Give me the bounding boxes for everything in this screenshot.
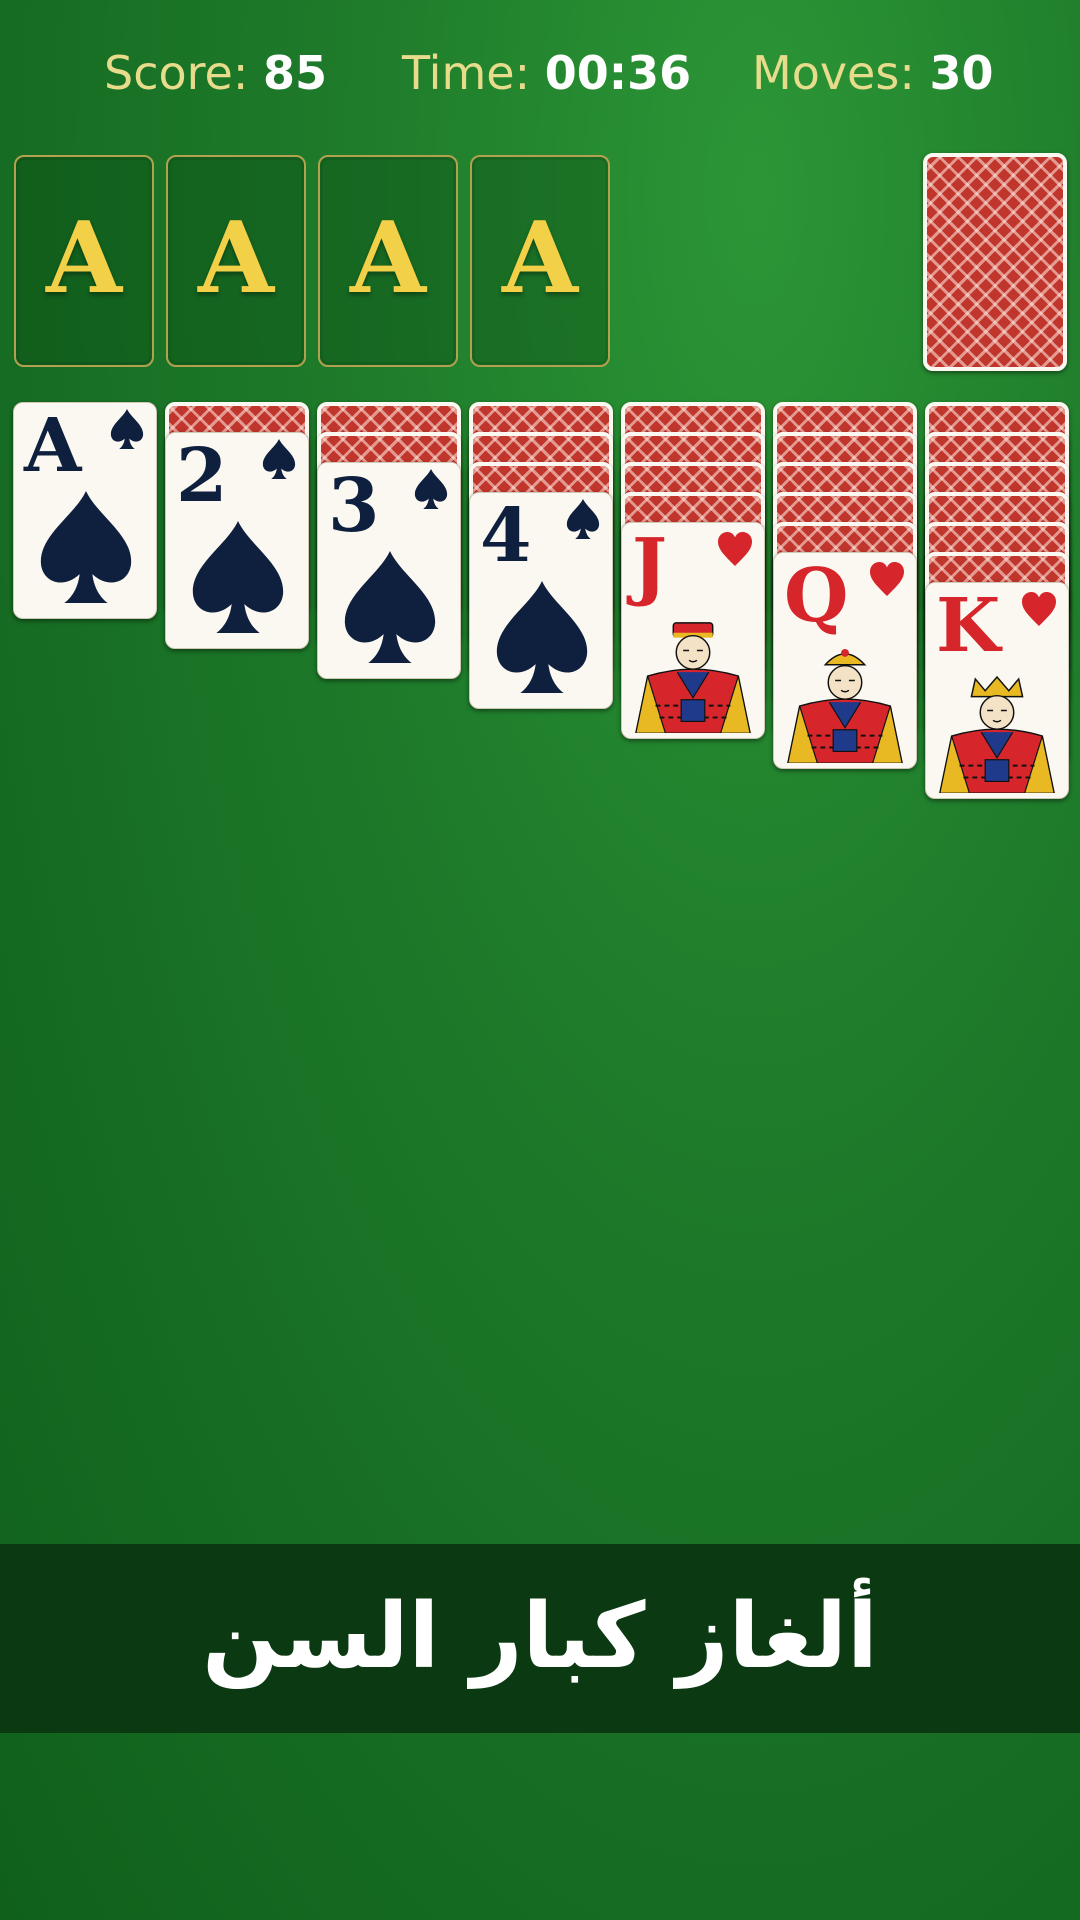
spade-icon <box>192 521 284 633</box>
moves-value: 30 <box>929 46 994 100</box>
tableau-card-j[interactable]: J <box>621 522 765 739</box>
score-display: Score: 85 <box>104 42 327 104</box>
tableau-card-4[interactable]: 4 <box>469 492 613 709</box>
promo-banner: ألغاز كبار السن <box>0 1544 1080 1733</box>
score-label: Score: <box>104 46 249 100</box>
foundation-label: A <box>501 201 579 316</box>
stock-pile[interactable] <box>923 153 1067 371</box>
stats-bar: Score: 85 Time: 00:36 Moves: 30 <box>0 42 1080 104</box>
foundation-pile-1[interactable]: A <box>14 155 154 367</box>
tableau-card-a[interactable]: A <box>13 402 157 619</box>
card-rank: A <box>24 403 82 489</box>
foundation-label: A <box>349 201 427 316</box>
card-rank: 2 <box>176 433 228 519</box>
spade-icon <box>262 439 296 479</box>
tableau-card-3[interactable]: 3 <box>317 462 461 679</box>
banner-text: ألغاز كبار السن <box>202 1584 878 1689</box>
moves-label: Moves: <box>752 46 915 100</box>
card-rank: Q <box>784 553 849 639</box>
spade-icon <box>496 581 588 693</box>
heart-icon <box>870 562 904 596</box>
heart-icon <box>718 532 752 566</box>
tableau-card-k[interactable]: K <box>925 582 1069 799</box>
score-value: 85 <box>262 46 327 100</box>
court-figure-q-icon <box>778 645 912 764</box>
spade-icon <box>566 499 600 539</box>
spade-icon <box>40 491 132 603</box>
moves-display: Moves: 30 <box>752 42 993 104</box>
card-rank: J <box>632 523 668 609</box>
tableau-card-2[interactable]: 2 <box>165 432 309 649</box>
card-rank: 3 <box>328 463 380 549</box>
time-value: 00:36 <box>544 46 692 100</box>
court-figure-j-icon <box>626 615 760 734</box>
foundation-pile-2[interactable]: A <box>166 155 306 367</box>
card-rank: 4 <box>480 493 532 579</box>
heart-icon <box>1022 592 1056 626</box>
court-figure-k-icon <box>930 675 1064 794</box>
tableau-card-q[interactable]: Q <box>773 552 917 769</box>
spade-icon <box>110 409 144 449</box>
foundation-pile-3[interactable]: A <box>318 155 458 367</box>
foundation-label: A <box>45 201 123 316</box>
time-label: Time: <box>402 46 531 100</box>
card-rank: K <box>936 583 1001 669</box>
spade-icon <box>344 551 436 663</box>
spade-icon <box>414 469 448 509</box>
foundation-pile-4[interactable]: A <box>470 155 610 367</box>
foundation-label: A <box>197 201 275 316</box>
time-display: Time: 00:36 <box>402 42 691 104</box>
